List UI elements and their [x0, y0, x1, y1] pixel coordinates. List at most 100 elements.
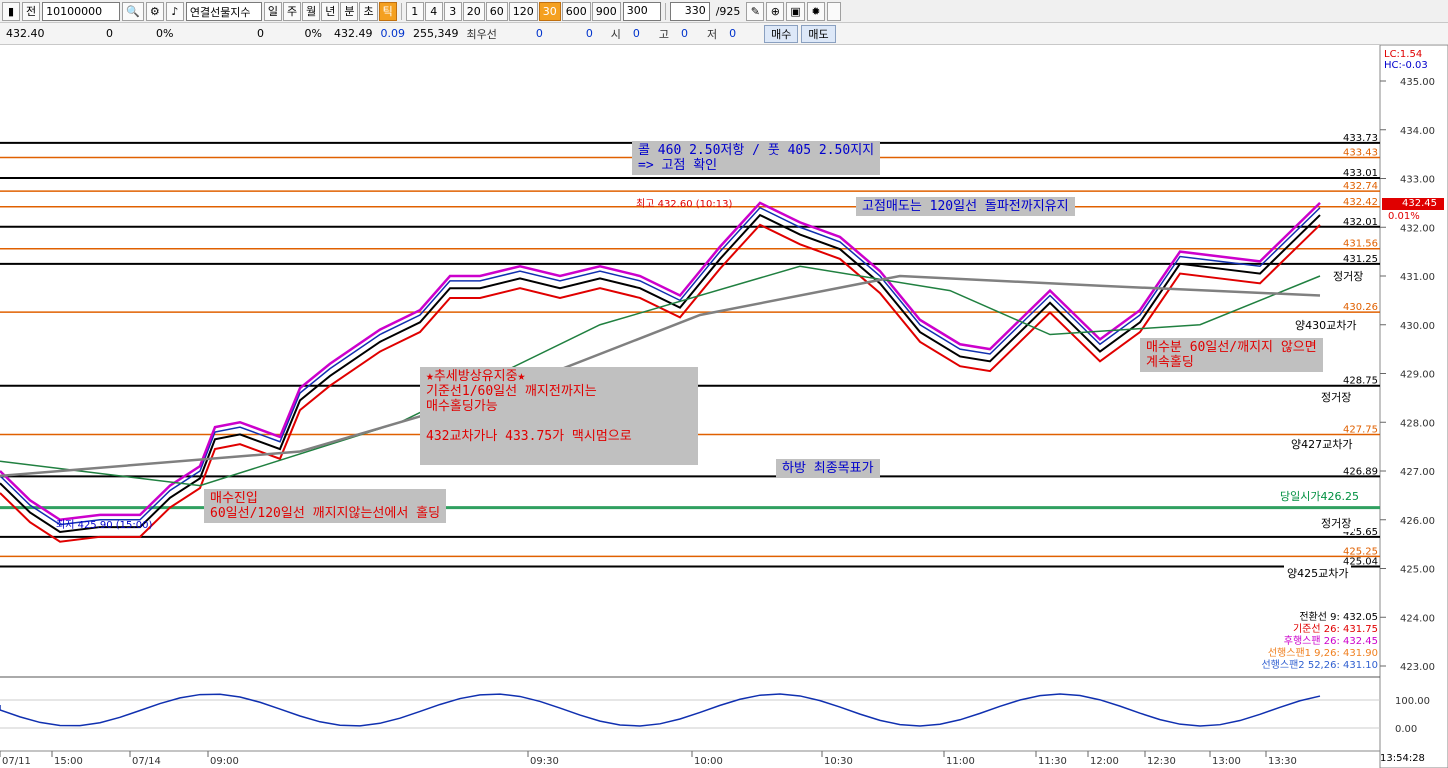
station-label-1: 정거장	[1330, 268, 1367, 285]
level-label-5: 432.01	[1343, 217, 1378, 228]
legend-item-2: 후행스팬 26: 432.45	[1283, 636, 1378, 647]
lc-label: LC:1.54	[1384, 49, 1423, 60]
level-label-1: 433.43	[1343, 148, 1378, 159]
settings-icon[interactable]: ⚙	[145, 1, 164, 21]
annotation-high-sell: 고점매도는 120일선 돌파전까지유지	[856, 197, 1075, 216]
y-tick-label-8: 427.00	[1400, 467, 1435, 478]
osc-axis-label-1: 0.00	[1395, 724, 1417, 735]
tools-icon[interactable]: ✎	[746, 1, 765, 21]
y-axis-panel	[1379, 45, 1448, 768]
chart-toolbar: ▮ 전 🔍 ⚙ ♪ 연결선물지수 일주월년분초틱 143206012030600…	[0, 0, 1448, 23]
instrument-field[interactable]: 연결선물지수	[185, 1, 262, 21]
interval-button-0[interactable]: 1	[405, 1, 424, 21]
y-tick-label-5: 430.00	[1400, 321, 1435, 332]
x-tick-label-8: 11:30	[1038, 756, 1067, 767]
interval-button-1[interactable]: 4	[424, 1, 443, 21]
interval-button-8[interactable]: 900	[591, 1, 621, 21]
interval-button-7[interactable]: 600	[561, 1, 591, 21]
zoom-icon[interactable]: ⊕	[766, 1, 785, 21]
current-pct: 0.01%	[1388, 211, 1420, 222]
peak-label: 최고 432.60 (10:13)	[636, 199, 733, 210]
clock: 13:54:28	[1380, 753, 1425, 764]
x-tick-label-6: 10:30	[824, 756, 853, 767]
y-tick-label-6: 429.00	[1400, 370, 1435, 381]
x-tick-label-0: 07/11	[2, 756, 31, 767]
legend-item-0: 전환선 9: 432.05	[1299, 612, 1378, 623]
open-label: 시	[610, 27, 621, 41]
quote-v1: 0	[106, 27, 113, 40]
station-label-3: 정거장	[1318, 515, 1355, 532]
level-label-4: 432.42	[1343, 197, 1378, 208]
chart-area[interactable]: 435.00 434.00 433.00 432.00 431.00 430.00 429.…	[0, 45, 1448, 768]
y-tick-label-11: 424.00	[1400, 613, 1435, 624]
y-tick-label-9: 426.00	[1400, 516, 1435, 527]
speaker-icon[interactable]: ♪	[165, 1, 184, 21]
high-value: 0	[681, 27, 688, 40]
annotation-trend: ★추세방상유지중★ 기준선1/60일선 깨지전까지는 매수홀딩가능 432교차가…	[420, 367, 698, 465]
x-tick-label-3: 09:00	[210, 756, 239, 767]
checkbox[interactable]	[826, 1, 841, 21]
best2: 0	[585, 27, 593, 40]
indicator-legend: 전환선 9: 432.05 기준선 26: 431.75 후행스팬 26: 432.…	[1230, 612, 1378, 672]
hc-label: HC:-0.03	[1384, 60, 1428, 71]
quote-v3: 0	[257, 27, 264, 40]
interval-button-2[interactable]: 3	[443, 1, 462, 21]
interval-button-4[interactable]: 60	[485, 1, 508, 21]
buy-button[interactable]: 매수	[764, 24, 799, 43]
gear-icon[interactable]: ✹	[806, 1, 825, 21]
best1: 0	[535, 27, 543, 40]
period-button-3[interactable]: 년	[321, 1, 340, 21]
y-tick-label-0: 435.00	[1400, 77, 1435, 88]
interval-select[interactable]: 300	[622, 1, 661, 21]
period-button-1[interactable]: 주	[282, 1, 302, 21]
period-button-5[interactable]: 초	[359, 1, 378, 21]
count-input[interactable]: 330	[669, 1, 710, 21]
cross-427-label: 양427교차가	[1288, 436, 1356, 453]
legend-item-4: 선행스팬2 52,26: 431.10	[1261, 660, 1378, 671]
y-tick-label-3: 432.00	[1400, 223, 1435, 234]
high-label: 고	[658, 27, 669, 41]
x-tick-label-9: 12:00	[1090, 756, 1119, 767]
interval-button-6[interactable]: 30	[538, 1, 561, 21]
save-icon[interactable]: ▣	[786, 1, 805, 21]
quote-v4: 0%	[304, 27, 322, 40]
current-price-tag: 432.45	[1382, 198, 1444, 210]
x-tick-label-1: 15:00	[54, 756, 83, 767]
period-button-4[interactable]: 분	[340, 1, 359, 21]
sell-button[interactable]: 매도	[801, 24, 836, 43]
low-label-text: 최저 425.90 (15:00)	[56, 520, 153, 531]
level-label-10: 427.75	[1343, 424, 1378, 435]
quote-last: 432.49	[334, 27, 373, 40]
low-value: 0	[729, 27, 737, 40]
level-label-3: 432.74	[1343, 181, 1378, 192]
period-button-0[interactable]: 일	[263, 1, 282, 21]
jeon-button[interactable]: 전	[22, 1, 41, 21]
period-button-2[interactable]: 월	[302, 1, 321, 21]
x-tick-label-5: 10:00	[694, 756, 723, 767]
interval-buttons: 1 4 3 20 60 120 30 600 900	[405, 1, 621, 21]
code-input[interactable]	[42, 1, 121, 21]
y-tick-label-10: 425.00	[1400, 565, 1435, 576]
x-tick-label-12: 13:30	[1268, 756, 1297, 767]
y-tick-label-7: 428.00	[1400, 418, 1435, 429]
count-total: /925	[715, 4, 741, 18]
y-tick-label-4: 431.00	[1400, 272, 1435, 283]
search-icon[interactable]: 🔍	[122, 1, 144, 21]
period-buttons: 일주월년분초틱	[263, 1, 397, 21]
quote-bar: 432.40 0 0% 0 0% 432.49 0.09 255,349 최우선…	[0, 23, 1448, 45]
annotation-target: 하방 최종목표가	[776, 459, 880, 478]
x-tick-label-2: 07/14	[132, 756, 161, 767]
level-label-9: 428.75	[1343, 376, 1378, 387]
y-tick-label-12: 423.00	[1400, 662, 1435, 673]
chart-type-icon[interactable]: ▮	[2, 1, 20, 21]
interval-button-3[interactable]: 20	[462, 1, 485, 21]
level-label-8: 430.26	[1343, 302, 1378, 313]
x-tick-label-7: 11:00	[946, 756, 975, 767]
best-label: 최우선	[466, 27, 497, 41]
period-button-6[interactable]: 틱	[378, 1, 397, 21]
x-tick-label-4: 09:30	[530, 756, 559, 767]
low-label: 저	[707, 27, 718, 41]
interval-button-5[interactable]: 120	[508, 1, 538, 21]
level-label-7: 431.25	[1343, 254, 1378, 265]
quote-volume: 255,349	[413, 27, 459, 40]
